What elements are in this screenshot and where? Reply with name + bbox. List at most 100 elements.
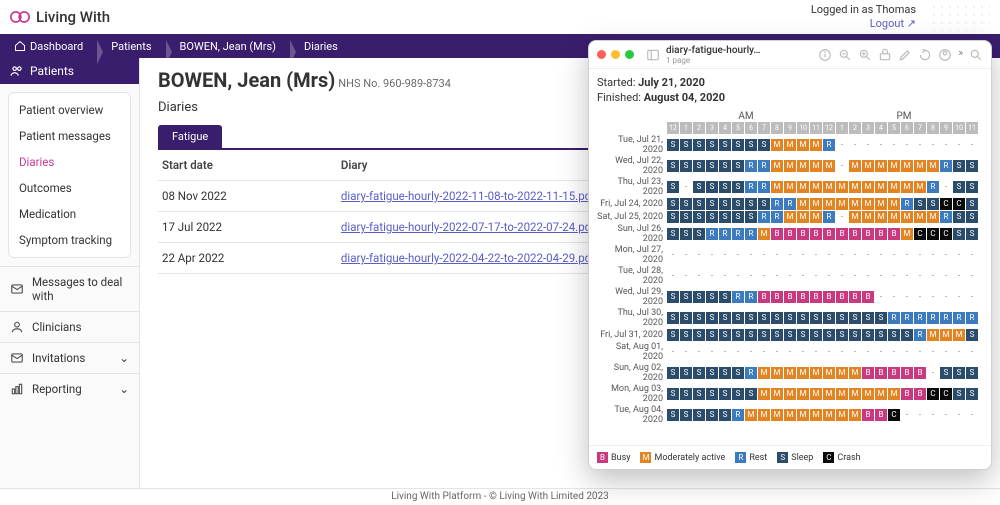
edit-icon[interactable]	[898, 48, 912, 62]
activity-cell: M	[784, 211, 796, 223]
maximize-icon[interactable]	[625, 50, 634, 59]
day-label: Sat, Aug 01, 2020	[597, 342, 667, 362]
activity-cell: C	[940, 228, 952, 240]
activity-cell: -	[927, 249, 939, 261]
activity-cell: S	[732, 367, 744, 379]
activity-cell: B	[875, 228, 887, 240]
nav-reporting[interactable]: Reporting⌄	[0, 373, 139, 404]
activity-cell: S	[953, 181, 965, 193]
hour-header-cell: 8	[927, 122, 939, 134]
day-label: Mon, Jul 27, 2020	[597, 245, 667, 265]
activity-cell: -	[836, 249, 848, 261]
hour-header-cell: 12	[667, 122, 679, 134]
activity-cell: M	[784, 388, 796, 400]
grid-row: Sun, Aug 02, 2020SSSSSSRMMMMMMMMBBBBB-SS…	[597, 363, 983, 383]
sidebar-item-symptom-tracking[interactable]: Symptom tracking	[9, 227, 130, 253]
activity-cell: M	[862, 181, 874, 193]
activity-cell: M	[771, 409, 783, 421]
activity-cell: M	[888, 388, 900, 400]
grid-row: Tue, Aug 04, 2020SSSSSRMMMMMMMMMBBC-----…	[597, 405, 983, 425]
markup-icon[interactable]	[938, 48, 952, 62]
activity-cell: -	[836, 160, 848, 172]
more-icon[interactable]: »	[958, 48, 963, 62]
day-label: Thu, Jul 23, 2020	[597, 177, 667, 197]
nav-messages-to-deal-with[interactable]: Messages to deal with	[0, 266, 139, 311]
diary-link[interactable]: diary-fatigue-hourly-2022-07-17-to-2022-…	[341, 220, 595, 234]
activity-cell: M	[849, 160, 861, 172]
minimize-icon[interactable]	[611, 50, 620, 59]
activity-cell: B	[862, 228, 874, 240]
activity-cell: C	[953, 198, 965, 210]
preview-filename: diary-fatigue-hourly…	[666, 45, 761, 56]
activity-cell: M	[771, 367, 783, 379]
activity-cell: -	[680, 270, 692, 282]
brand-logo[interactable]: Living With	[10, 8, 110, 26]
activity-cell: R	[758, 211, 770, 223]
activity-cell: M	[810, 139, 822, 151]
activity-cell: M	[888, 211, 900, 223]
tab-fatigue[interactable]: Fatigue	[158, 125, 222, 148]
crumb-dashboard[interactable]: Dashboard	[0, 40, 97, 53]
activity-cell: -	[914, 270, 926, 282]
activity-cell: S	[732, 312, 744, 324]
window-controls[interactable]	[597, 50, 634, 59]
activity-cell: S	[875, 312, 887, 324]
activity-cell: S	[706, 367, 718, 379]
crumb-diaries[interactable]: Diaries	[290, 40, 352, 53]
activity-cell: M	[810, 181, 822, 193]
close-icon[interactable]	[597, 50, 606, 59]
activity-cell: R	[745, 228, 757, 240]
activity-cell: S	[836, 329, 848, 341]
sidebar-toggle-icon[interactable]	[646, 48, 660, 62]
crumb-patient[interactable]: BOWEN, Jean (Mrs)	[166, 40, 290, 53]
hour-header-cell: 2	[849, 122, 861, 134]
activity-cell: M	[901, 228, 913, 240]
activity-cell: -	[927, 346, 939, 358]
activity-cell: S	[706, 139, 718, 151]
activity-cell: B	[784, 291, 796, 303]
hour-header-cell: 4	[719, 122, 731, 134]
activity-cell: R	[745, 291, 757, 303]
activity-cell: M	[862, 198, 874, 210]
activity-cell: S	[680, 312, 692, 324]
activity-cell: -	[914, 291, 926, 303]
search-icon[interactable]	[969, 48, 983, 62]
chevron-down-icon: ⌄	[119, 382, 129, 396]
diary-link[interactable]: diary-fatigue-hourly-2022-04-22-to-2022-…	[341, 251, 595, 265]
activity-cell: M	[823, 367, 835, 379]
nav-clinicians[interactable]: Clinicians	[0, 311, 139, 342]
activity-cell: -	[862, 346, 874, 358]
crumb-patients[interactable]: Patients	[97, 40, 165, 53]
day-label: Wed, Jul 29, 2020	[597, 287, 667, 307]
nav-invitations[interactable]: Invitations⌄	[0, 342, 139, 373]
logout-link[interactable]: Logout ↗	[870, 17, 916, 30]
hour-header-cell: 7	[758, 122, 770, 134]
activity-cell: S	[953, 367, 965, 379]
activity-cell: M	[758, 367, 770, 379]
activity-cell: B	[758, 291, 770, 303]
sidebar-item-patient-overview[interactable]: Patient overview	[9, 97, 130, 123]
activity-cell: S	[940, 367, 952, 379]
rotate-icon[interactable]	[918, 48, 932, 62]
activity-cell: B	[810, 291, 822, 303]
activity-cell: M	[810, 198, 822, 210]
activity-cell: S	[745, 312, 757, 324]
zoom-in-icon[interactable]	[858, 48, 872, 62]
activity-cell: -	[719, 249, 731, 261]
activity-cell: M	[836, 367, 848, 379]
activity-cell: S	[680, 388, 692, 400]
footer: Living With Platform - © Living With Lim…	[0, 488, 1000, 504]
share-icon[interactable]	[878, 48, 892, 62]
sidebar-item-diaries[interactable]: Diaries	[9, 149, 130, 175]
diary-link[interactable]: diary-fatigue-hourly-2022-11-08-to-2022-…	[341, 189, 595, 203]
sidebar-item-outcomes[interactable]: Outcomes	[9, 175, 130, 201]
zoom-out-icon[interactable]	[838, 48, 852, 62]
sidebar-item-patient-messages[interactable]: Patient messages	[9, 123, 130, 149]
activity-cell: M	[875, 181, 887, 193]
sidebar-item-medication[interactable]: Medication	[9, 201, 130, 227]
activity-cell: B	[771, 291, 783, 303]
activity-cell: -	[836, 346, 848, 358]
info-icon[interactable]	[818, 48, 832, 62]
activity-cell: B	[784, 228, 796, 240]
activity-cell: R	[732, 291, 744, 303]
